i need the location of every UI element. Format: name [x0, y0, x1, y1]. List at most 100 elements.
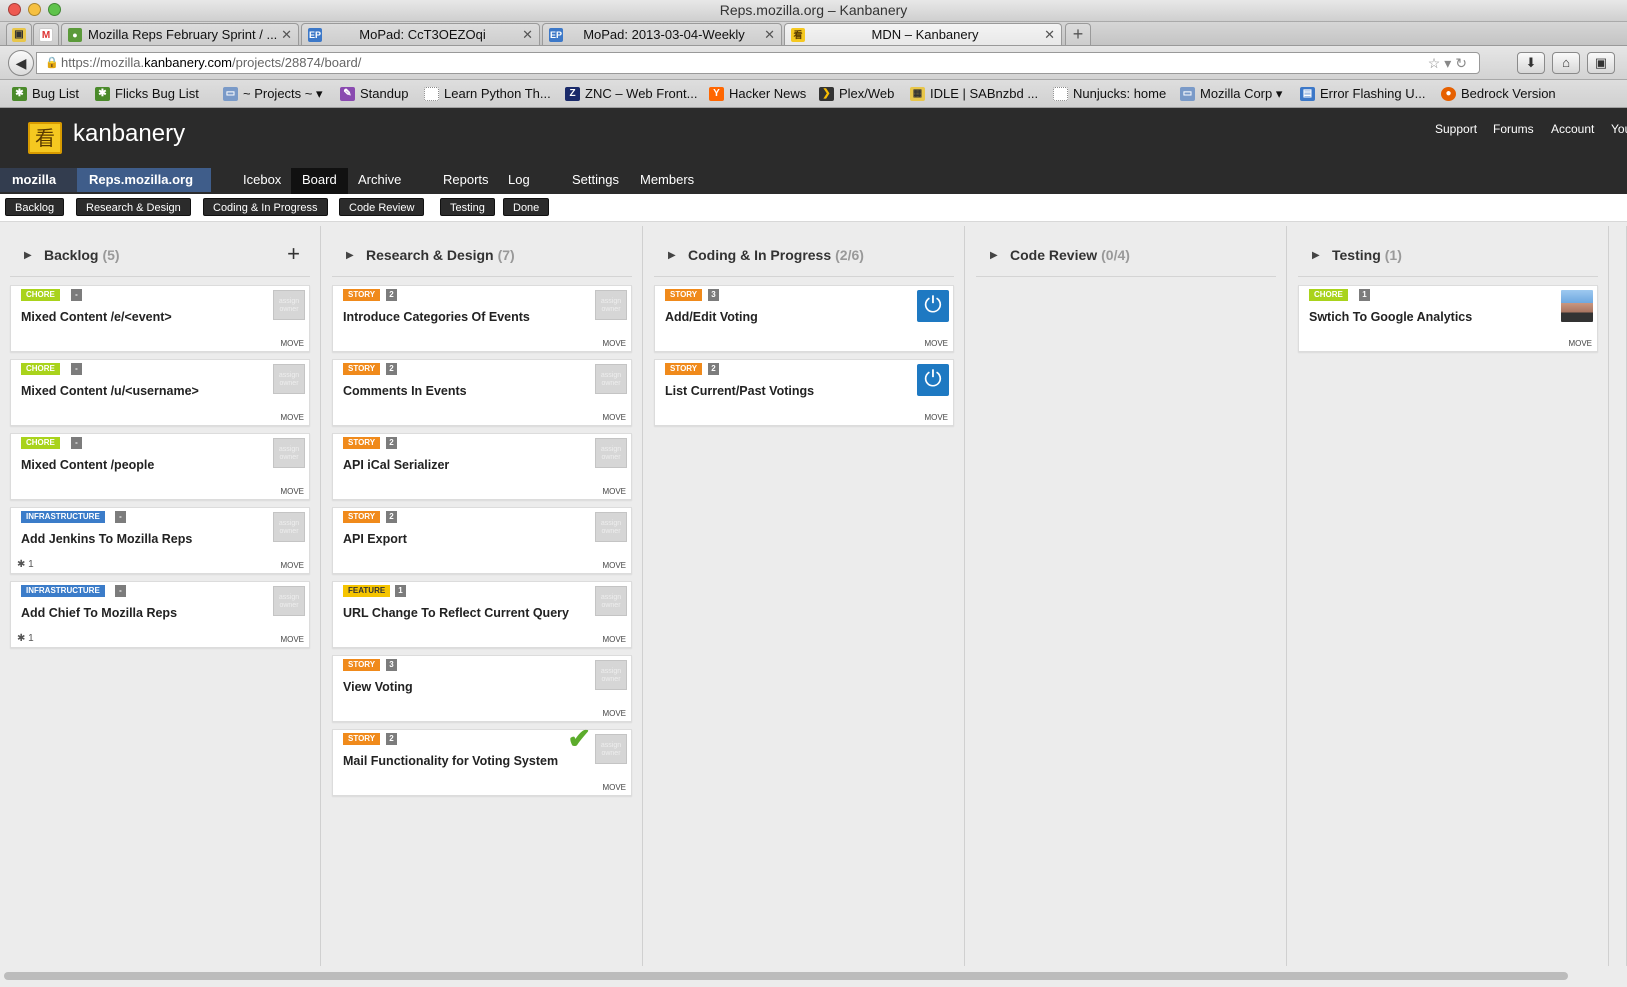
window-close-button[interactable]: [8, 3, 21, 16]
pinned-tab-bugzilla[interactable]: ▣: [6, 23, 32, 45]
move-link[interactable]: MOVE: [280, 413, 304, 422]
close-tab-icon[interactable]: ✕: [1044, 24, 1055, 45]
column-button-backlog[interactable]: Backlog: [5, 198, 65, 216]
bookmark-star-icon[interactable]: ☆▾↻: [1428, 53, 1471, 73]
extension-button[interactable]: ▣: [1587, 52, 1615, 74]
column-button-research-design[interactable]: Research & Design: [76, 198, 191, 216]
assign-owner-placeholder[interactable]: assign owner: [273, 290, 305, 320]
project-selector[interactable]: Reps.mozilla.org ▾: [77, 168, 211, 211]
move-link[interactable]: MOVE: [602, 339, 626, 348]
pinned-tab-gmail[interactable]: M: [33, 23, 59, 45]
bookmark-standup[interactable]: ✎ Standup: [340, 86, 408, 102]
bookmark-plex[interactable]: ❯ Plex/Web: [819, 86, 894, 102]
tab-mopad-2[interactable]: EP MoPad: 2013-03-04-Weekly ✕: [542, 23, 782, 45]
close-tab-icon[interactable]: ✕: [522, 24, 533, 45]
expand-arrow-icon[interactable]: ▶: [24, 250, 32, 261]
move-link[interactable]: MOVE: [280, 339, 304, 348]
column-button-done[interactable]: Done: [503, 198, 550, 216]
assign-owner-placeholder[interactable]: assign owner: [273, 364, 305, 394]
bookmark-bedrock-version[interactable]: ● Bedrock Version: [1441, 86, 1556, 102]
move-link[interactable]: MOVE: [602, 783, 626, 792]
scrollbar-thumb[interactable]: [4, 972, 1568, 980]
task-card[interactable]: CHORE - Mixed Content /e/<event> assign …: [10, 285, 310, 352]
tab-members[interactable]: Members: [629, 168, 705, 194]
bug-count[interactable]: ✱ 1: [17, 559, 34, 570]
expand-arrow-icon[interactable]: ▶: [1312, 250, 1320, 261]
window-minimize-button[interactable]: [28, 3, 41, 16]
move-link[interactable]: MOVE: [924, 413, 948, 422]
move-link[interactable]: MOVE: [280, 635, 304, 644]
forums-link[interactable]: Forums: [1493, 122, 1534, 136]
bookmark-flicks-bug-list[interactable]: ✱ Flicks Bug List: [95, 86, 199, 102]
tab-settings[interactable]: Settings: [561, 168, 630, 194]
bookmark-bug-list[interactable]: ✱ Bug List: [12, 86, 79, 102]
you-link[interactable]: You: [1611, 122, 1627, 136]
tab-reports[interactable]: Reports: [432, 168, 500, 194]
tab-archive[interactable]: Archive: [347, 168, 412, 194]
expand-arrow-icon[interactable]: ▶: [346, 250, 354, 261]
move-link[interactable]: MOVE: [602, 709, 626, 718]
kanbanery-logo-icon[interactable]: 看: [28, 122, 62, 154]
task-card[interactable]: STORY 2 API iCal Serializer assign owner…: [332, 433, 632, 500]
bookmark-znc[interactable]: Z ZNC – Web Front...: [565, 86, 697, 102]
task-card[interactable]: INFRASTRUCTURE - Add Chief To Mozilla Re…: [10, 581, 310, 648]
assign-owner-placeholder[interactable]: assign owner: [595, 660, 627, 690]
expand-arrow-icon[interactable]: ▶: [990, 250, 998, 261]
tab-mdn-kanbanery[interactable]: 看 MDN – Kanbanery ✕: [784, 23, 1062, 45]
window-zoom-button[interactable]: [48, 3, 61, 16]
move-link[interactable]: MOVE: [602, 635, 626, 644]
assign-owner-placeholder[interactable]: assign owner: [273, 586, 305, 616]
column-button-code-review[interactable]: Code Review: [339, 198, 425, 216]
bookmark-mozilla-corp-folder[interactable]: ▭ Mozilla Corp ▾: [1180, 86, 1282, 102]
new-tab-button[interactable]: +: [1065, 23, 1091, 45]
task-card[interactable]: STORY 3 Add/Edit Voting ⏻ MOVE: [654, 285, 954, 352]
task-card[interactable]: STORY 3 View Voting assign owner MOVE: [332, 655, 632, 722]
tab-log[interactable]: Log: [497, 168, 541, 194]
assign-owner-placeholder[interactable]: assign owner: [595, 734, 627, 764]
expand-arrow-icon[interactable]: ▶: [668, 250, 676, 261]
add-card-icon[interactable]: +: [287, 241, 300, 267]
move-link[interactable]: MOVE: [280, 561, 304, 570]
assign-owner-placeholder[interactable]: assign owner: [595, 290, 627, 320]
move-link[interactable]: MOVE: [602, 487, 626, 496]
tab-icebox[interactable]: Icebox: [232, 168, 292, 194]
horizontal-scrollbar[interactable]: [0, 966, 1627, 987]
tab-board[interactable]: Board: [291, 168, 348, 194]
owner-avatar[interactable]: [1561, 290, 1593, 322]
url-bar[interactable]: 🔒 https://mozilla.kanbanery.com/projects…: [36, 52, 1480, 74]
bookmark-projects-folder[interactable]: ▭ ~ Projects ~ ▾: [223, 86, 323, 102]
task-card[interactable]: STORY 2 Introduce Categories Of Events a…: [332, 285, 632, 352]
task-card[interactable]: STORY 2 Comments In Events assign owner …: [332, 359, 632, 426]
downloads-button[interactable]: ⬇: [1517, 52, 1545, 74]
task-card[interactable]: CHORE - Mixed Content /people assign own…: [10, 433, 310, 500]
task-card[interactable]: CHORE - Mixed Content /u/<username> assi…: [10, 359, 310, 426]
app-name[interactable]: kanbanery: [73, 120, 185, 148]
tab-mopad-1[interactable]: EP MoPad: CcT3OEZOqi ✕: [301, 23, 540, 45]
task-card[interactable]: STORY 2 API Export assign owner MOVE: [332, 507, 632, 574]
power-icon[interactable]: ⏻: [917, 290, 949, 322]
task-card[interactable]: STORY 2 Mail Functionality for Voting Sy…: [332, 723, 632, 796]
assign-owner-placeholder[interactable]: assign owner: [595, 438, 627, 468]
close-tab-icon[interactable]: ✕: [281, 24, 292, 45]
assign-owner-placeholder[interactable]: assign owner: [595, 586, 627, 616]
move-link[interactable]: MOVE: [280, 487, 304, 496]
back-button[interactable]: ◀: [8, 50, 34, 76]
move-link[interactable]: MOVE: [1568, 339, 1592, 348]
column-button-testing[interactable]: Testing: [440, 198, 495, 216]
assign-owner-placeholder[interactable]: assign owner: [595, 512, 627, 542]
close-tab-icon[interactable]: ✕: [764, 24, 775, 45]
move-link[interactable]: MOVE: [602, 561, 626, 570]
bookmark-sabnzbd[interactable]: ▦ IDLE | SABnzbd ...: [910, 86, 1038, 102]
task-card[interactable]: CHORE 1 Swtich To Google Analytics MOVE: [1298, 285, 1598, 352]
tab-mozilla-reps-sprint[interactable]: ● Mozilla Reps February Sprint / ... ✕: [61, 23, 299, 45]
task-card[interactable]: STORY 2 List Current/Past Votings ⏻ MOVE: [654, 359, 954, 426]
home-button[interactable]: ⌂: [1552, 52, 1580, 74]
column-button-coding[interactable]: Coding & In Progress: [203, 198, 328, 216]
bookmark-error-flashing[interactable]: ▤ Error Flashing U...: [1300, 86, 1425, 102]
task-card[interactable]: INFRASTRUCTURE - Add Jenkins To Mozilla …: [10, 507, 310, 574]
account-link[interactable]: Account: [1551, 122, 1594, 136]
assign-owner-placeholder[interactable]: assign owner: [273, 438, 305, 468]
bug-count[interactable]: ✱ 1: [17, 633, 34, 644]
bookmark-nunjucks[interactable]: Nunjucks: home: [1053, 86, 1166, 102]
power-icon[interactable]: ⏻: [917, 364, 949, 396]
